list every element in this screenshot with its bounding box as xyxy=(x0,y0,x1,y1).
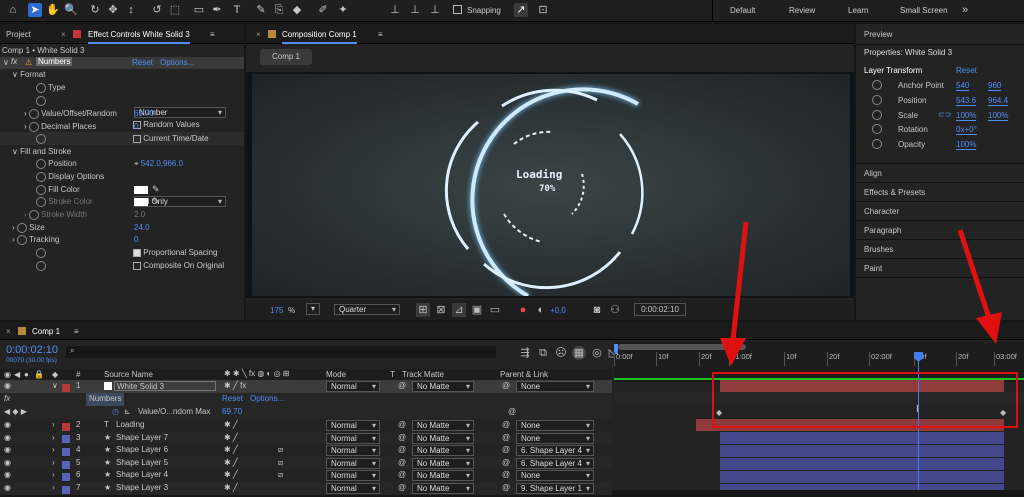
arrow-right-head xyxy=(976,312,1002,344)
annotation-arrows xyxy=(720,221,1002,366)
arrow-left-head xyxy=(720,338,746,366)
arrow-left-line xyxy=(730,221,749,341)
arrow-right-line xyxy=(957,229,992,319)
